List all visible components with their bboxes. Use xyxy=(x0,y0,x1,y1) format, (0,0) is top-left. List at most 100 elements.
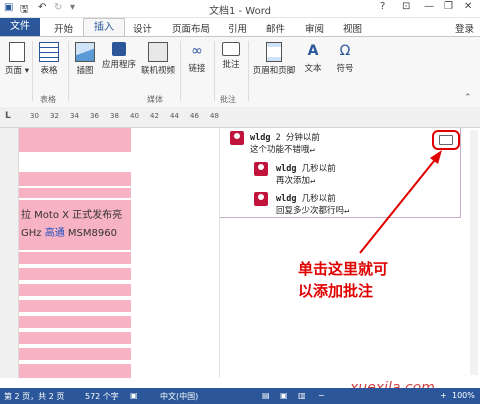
video-icon xyxy=(148,42,168,62)
ruler-tick: 48 xyxy=(210,112,219,120)
header-footer-icon xyxy=(266,42,282,62)
annotation-note: 单击这里就可 以添加批注 xyxy=(298,258,388,302)
page-count[interactable]: 第 2 页，共 2 页 xyxy=(4,391,64,402)
highlighted-text-block xyxy=(19,332,131,344)
online-video-label: 联机视频 xyxy=(140,66,175,76)
header-footer-label: 页眉和页脚 xyxy=(252,66,296,76)
apps-label: 应用程序 xyxy=(102,60,137,70)
doc-text-fragment: MSM8960 xyxy=(64,228,117,239)
help-button[interactable]: ? xyxy=(380,1,385,12)
avatar-icon xyxy=(230,131,244,145)
table-label: 表格 xyxy=(40,66,58,76)
separator xyxy=(248,41,249,101)
comment-author: wldg xyxy=(276,194,297,204)
doc-text-line: 拉 Moto X 正式发布亮 xyxy=(21,210,123,221)
comment-time: 几秒以前 xyxy=(301,194,336,204)
tab-view[interactable]: 视图 xyxy=(343,21,362,35)
highlighted-text-block xyxy=(19,348,131,360)
symbol-label: 符号 xyxy=(336,64,354,74)
page-button[interactable]: 页面 ▾ xyxy=(4,42,30,76)
store-icon xyxy=(112,42,126,56)
collapse-ribbon-icon[interactable]: ⌃ xyxy=(464,93,472,103)
tab-insert[interactable]: 插入 xyxy=(83,18,125,36)
ruler-tick: 32 xyxy=(50,112,59,120)
group-comment-label: 批注 xyxy=(220,95,236,104)
zoom-level[interactable]: 100% xyxy=(452,391,475,400)
comment-text[interactable]: 再次添加↵ xyxy=(276,174,315,186)
print-layout-icon[interactable]: ▣ xyxy=(280,391,288,400)
doc-text-fragment: GHz xyxy=(21,228,45,239)
language[interactable]: 中文(中国) xyxy=(160,391,198,402)
link-button[interactable]: ∞ 链接 xyxy=(184,42,210,74)
ruler-tick: 36 xyxy=(90,112,99,120)
new-comment-button[interactable]: 批注 xyxy=(218,42,244,70)
comment-header: wldg 几秒以前 xyxy=(276,162,336,174)
horizontal-ruler[interactable]: L 30 32 34 36 38 40 42 44 46 48 xyxy=(0,107,480,128)
vertical-ruler[interactable] xyxy=(0,128,19,378)
omega-icon: Ω xyxy=(339,43,351,59)
zoom-out-icon[interactable]: − xyxy=(318,391,325,400)
doc-link-text: 高通 xyxy=(44,228,65,239)
restore-button[interactable]: ❐ xyxy=(444,1,453,12)
document-area[interactable]: 拉 Moto X 正式发布亮 GHz 高通 MSM8960 wldg 2 分钟以… xyxy=(19,128,480,378)
login-link[interactable]: 登录 xyxy=(455,21,474,35)
comment-author: wldg xyxy=(250,133,271,143)
comments-pane: wldg 2 分钟以前 这个功能不错哦↵ wldg 几秒以前 再次添加↵ wld… xyxy=(219,128,479,378)
tab-file[interactable]: 文件 xyxy=(0,18,40,36)
picture-icon xyxy=(75,42,95,62)
comment-text[interactable]: 这个功能不错哦↵ xyxy=(250,143,315,155)
table-button[interactable]: 表格 xyxy=(36,42,62,76)
group-media-label: 媒体 xyxy=(147,95,163,104)
highlighted-text-block xyxy=(19,128,131,152)
comment-icon xyxy=(222,42,240,56)
tab-design[interactable]: 设计 xyxy=(133,21,152,35)
ruler-tick: 38 xyxy=(110,112,119,120)
link-icon: ∞ xyxy=(191,43,203,59)
close-button[interactable]: ✕ xyxy=(464,1,472,12)
highlighted-text-block xyxy=(19,364,131,378)
ruler-tick: 44 xyxy=(170,112,179,120)
apps-button[interactable]: 应用程序 xyxy=(102,42,136,70)
tab-review[interactable]: 审阅 xyxy=(305,21,324,35)
ruler-tick: 46 xyxy=(190,112,199,120)
page-icon xyxy=(9,42,25,62)
zoom-in-icon[interactable]: + xyxy=(440,391,447,400)
page-label: 页面 xyxy=(5,66,23,76)
link-label: 链接 xyxy=(188,64,206,74)
header-footer-button[interactable]: 页眉和页脚 xyxy=(252,42,296,76)
read-mode-icon[interactable]: ▤ xyxy=(262,391,270,400)
illustrations-button[interactable]: 插图 xyxy=(72,42,98,76)
tab-page-layout[interactable]: 页面布局 xyxy=(172,21,210,35)
ribbon-display-button[interactable]: ⊡ xyxy=(402,1,410,12)
proofing-icon[interactable]: ▣ xyxy=(130,391,138,400)
symbol-button[interactable]: Ω 符号 xyxy=(332,42,358,74)
text-button[interactable]: A 文本 xyxy=(300,42,326,74)
comment-label: 批注 xyxy=(222,60,240,70)
separator xyxy=(214,41,215,101)
comment-text[interactable]: 回复多少次都行吗↵ xyxy=(276,204,349,216)
title-bar: ▣ 🖫 ↶ ↻ ▾ 文档1 - Word ? ⊡ — ❐ ✕ xyxy=(0,0,480,18)
ruler-tick: 30 xyxy=(30,112,39,120)
annotation-line: 以添加批注 xyxy=(298,282,374,300)
group-table-label: 表格 xyxy=(40,95,56,104)
web-layout-icon[interactable]: ▥ xyxy=(298,391,306,400)
highlighted-text-block xyxy=(19,300,131,312)
vertical-scrollbar[interactable] xyxy=(470,130,478,375)
word-count[interactable]: 572 个字 xyxy=(85,391,119,402)
tab-selector-icon[interactable]: L xyxy=(5,111,11,121)
annotation-line: 单击这里就可 xyxy=(298,260,389,278)
tab-mailings[interactable]: 邮件 xyxy=(266,21,285,35)
minimize-button[interactable]: — xyxy=(424,1,434,12)
online-video-button[interactable]: 联机视频 xyxy=(140,42,176,76)
tab-home[interactable]: 开始 xyxy=(54,21,73,35)
comment-header: wldg 2 分钟以前 xyxy=(250,131,320,143)
comment-time: 2 分钟以前 xyxy=(275,133,320,143)
doc-text-line: GHz 高通 MSM8960 xyxy=(21,224,117,239)
separator xyxy=(32,41,33,101)
status-bar: 第 2 页，共 2 页 572 个字 ▣ 中文(中国) ▤ ▣ ▥ − + 10… xyxy=(0,388,480,404)
ruler-tick: 40 xyxy=(130,112,139,120)
tab-references[interactable]: 引用 xyxy=(228,21,247,35)
separator xyxy=(68,41,69,101)
highlighted-text-block xyxy=(19,316,131,328)
reply-comment-icon[interactable] xyxy=(439,135,453,145)
